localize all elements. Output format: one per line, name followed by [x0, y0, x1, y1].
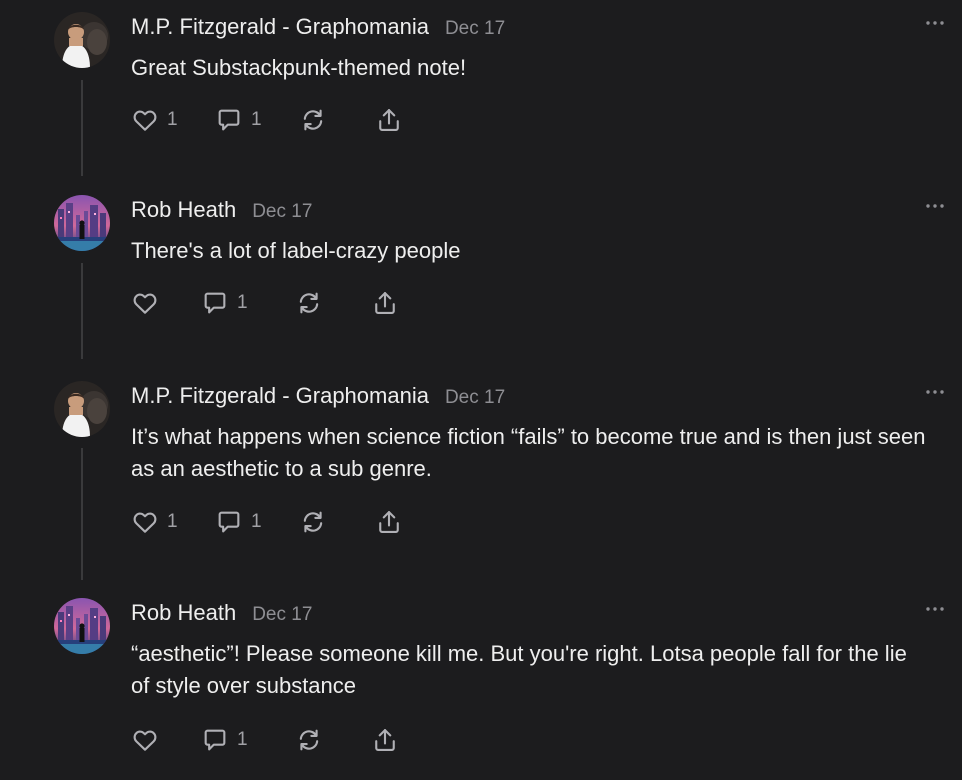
comment-text: Great Substackpunk-themed note!	[131, 55, 467, 80]
like-button[interactable]: 1	[131, 508, 215, 536]
reply-count: 1	[251, 109, 262, 130]
comment-header: M.P. Fitzgerald - Graphomania Dec 17	[131, 14, 505, 42]
more-dots-icon[interactable]	[924, 199, 946, 213]
comment-date[interactable]: Dec 17	[445, 18, 505, 39]
comment-actions: 1	[131, 725, 399, 755]
comment-bubble-icon	[201, 289, 229, 317]
more-dots-icon[interactable]	[924, 602, 946, 616]
more-dots-icon[interactable]	[924, 385, 946, 399]
reply-count: 1	[237, 292, 248, 313]
comment-header: Rob Heath Dec 17	[131, 600, 312, 628]
heart-icon	[131, 508, 159, 536]
restack-button[interactable]	[295, 289, 371, 317]
reply-button[interactable]: 1	[215, 508, 299, 536]
thread-connector-line	[81, 263, 83, 359]
comment-date[interactable]: Dec 17	[252, 604, 312, 625]
like-count: 1	[167, 109, 178, 130]
comment-thread: M.P. Fitzgerald - Graphomania Dec 17 Grea…	[0, 0, 962, 780]
comment-header: M.P. Fitzgerald - Graphomania Dec 17	[131, 383, 505, 411]
author-name[interactable]: M.P. Fitzgerald - Graphomania	[131, 14, 429, 39]
restack-arrows-icon	[295, 289, 323, 317]
more-dots-icon[interactable]	[924, 16, 946, 30]
reply-button[interactable]: 1	[201, 289, 295, 317]
restack-arrows-icon	[299, 106, 327, 134]
man-with-dog-avatar[interactable]	[54, 12, 110, 68]
thread-connector-line	[81, 448, 83, 580]
comment-text: It’s what happens when science fiction “…	[131, 424, 926, 481]
author-name[interactable]: M.P. Fitzgerald - Graphomania	[131, 383, 429, 408]
reply-count: 1	[237, 729, 248, 750]
like-button[interactable]	[131, 289, 201, 317]
share-upload-icon	[375, 106, 403, 134]
comment-actions: 1	[131, 288, 399, 318]
cyberpunk-city-avatar[interactable]	[54, 598, 110, 654]
author-name[interactable]: Rob Heath	[131, 197, 236, 222]
reply-button[interactable]: 1	[215, 106, 299, 134]
cyberpunk-city-avatar[interactable]	[54, 195, 110, 251]
comment-bubble-icon	[215, 106, 243, 134]
like-button[interactable]	[131, 726, 201, 754]
comment-actions: 1 1	[131, 105, 403, 135]
share-upload-icon	[371, 289, 399, 317]
share-button[interactable]	[371, 726, 399, 754]
restack-button[interactable]	[299, 508, 375, 536]
comment-date[interactable]: Dec 17	[445, 387, 505, 408]
share-button[interactable]	[375, 508, 403, 536]
heart-icon	[131, 289, 159, 317]
restack-arrows-icon	[299, 508, 327, 536]
reply-button[interactable]: 1	[201, 726, 295, 754]
comment-date[interactable]: Dec 17	[252, 201, 312, 222]
heart-icon	[131, 106, 159, 134]
man-with-dog-avatar[interactable]	[54, 381, 110, 437]
author-name[interactable]: Rob Heath	[131, 600, 236, 625]
comment-text: There's a lot of label-crazy people	[131, 238, 461, 263]
thread-connector-line	[81, 80, 83, 176]
like-count: 1	[167, 511, 178, 532]
reply-count: 1	[251, 511, 262, 532]
restack-button[interactable]	[295, 726, 371, 754]
share-button[interactable]	[371, 289, 399, 317]
share-upload-icon	[371, 726, 399, 754]
restack-arrows-icon	[295, 726, 323, 754]
share-upload-icon	[375, 508, 403, 536]
share-button[interactable]	[375, 106, 403, 134]
heart-icon	[131, 726, 159, 754]
comment-actions: 1 1	[131, 507, 403, 537]
restack-button[interactable]	[299, 106, 375, 134]
comment-text: “aesthetic”! Please someone kill me. But…	[131, 641, 907, 698]
like-button[interactable]: 1	[131, 106, 215, 134]
comment-bubble-icon	[201, 726, 229, 754]
comment-bubble-icon	[215, 508, 243, 536]
comment-header: Rob Heath Dec 17	[131, 197, 312, 225]
